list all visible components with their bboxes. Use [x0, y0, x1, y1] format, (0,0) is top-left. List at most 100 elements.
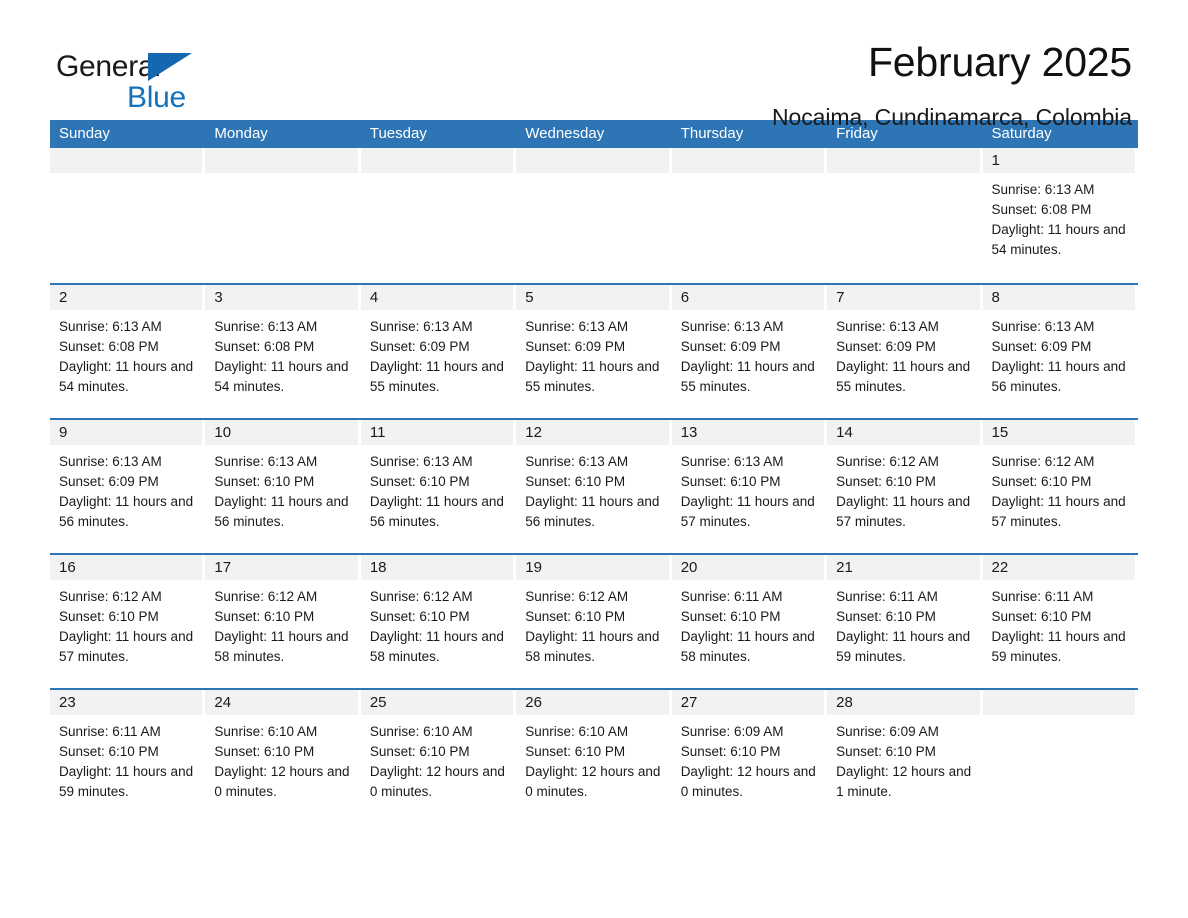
day-number: 6: [680, 289, 690, 306]
sunrise-text: Sunrise: 6:13 AM: [59, 454, 162, 469]
day-cell-25[interactable]: 25 Sunrise: 6:10 AM Sunset: 6:10 PM Dayligh…: [360, 690, 516, 823]
day-details: Sunrise: 6:13 AM Sunset: 6:08 PM Daylight:…: [983, 173, 1138, 260]
day-details: Sunrise: 6:11 AM Sunset: 6:10 PM Daylight:…: [827, 580, 982, 667]
day-cell-18[interactable]: 18 Sunrise: 6:12 AM Sunset: 6:10 PM Dayligh…: [360, 555, 516, 688]
day-details: Sunrise: 6:11 AM Sunset: 6:10 PM Daylight:…: [50, 715, 205, 802]
day-number-band: [827, 148, 980, 173]
calendar-page: General Blue February 2025 Nocaima, Cund…: [0, 0, 1188, 918]
day-cell-27[interactable]: 27 Sunrise: 6:09 AM Sunset: 6:10 PM Dayligh…: [671, 690, 827, 823]
day-details: Sunrise: 6:12 AM Sunset: 6:10 PM Daylight:…: [361, 580, 516, 667]
day-details: Sunrise: 6:13 AM Sunset: 6:10 PM Daylight:…: [516, 445, 671, 532]
day-details: Sunrise: 6:10 AM Sunset: 6:10 PM Daylight:…: [205, 715, 360, 802]
daylight-text: Daylight: 11 hours and 55 minutes.: [369, 359, 504, 394]
daylight-text: Daylight: 12 hours and 0 minutes.: [680, 764, 816, 799]
day-number: 8: [991, 289, 1000, 306]
sunset-text: Sunset: 6:08 PM: [214, 339, 315, 354]
day-number-band: 10: [205, 420, 358, 445]
day-cell-22[interactable]: 22 Sunrise: 6:11 AM Sunset: 6:10 PM Dayligh…: [982, 555, 1138, 688]
day-number: 23: [59, 694, 76, 711]
day-number-band: 2: [50, 285, 203, 310]
sunrise-text: Sunrise: 6:13 AM: [214, 454, 318, 469]
day-details: Sunrise: 6:13 AM Sunset: 6:10 PM Daylight:…: [205, 445, 360, 532]
sunset-text: Sunset: 6:10 PM: [991, 474, 1092, 489]
day-cell-21[interactable]: 21 Sunrise: 6:11 AM Sunset: 6:10 PM Dayligh…: [827, 555, 982, 688]
day-number-band: 1: [982, 148, 1135, 173]
day-cell-6[interactable]: 6 Sunrise: 6:13 AM Sunset: 6:09 PM Daylight…: [671, 285, 827, 418]
calendar-week-row: 23 Sunrise: 6:11 AM Sunset: 6:10 PM Dayligh…: [50, 688, 1138, 823]
day-cell-24[interactable]: 24 Sunrise: 6:10 AM Sunset: 6:10 PM Dayligh…: [205, 690, 360, 823]
weekday-header-saturday: Saturday: [991, 125, 1052, 142]
sunrise-text: Sunrise: 6:13 AM: [680, 454, 784, 469]
daylight-text: Daylight: 11 hours and 59 minutes.: [59, 764, 194, 799]
day-cell-16[interactable]: 16 Sunrise: 6:12 AM Sunset: 6:10 PM Dayligh…: [50, 555, 205, 688]
day-cell-1[interactable]: 1 Sunrise: 6:13 AM Sunset: 6:08 PM Daylight…: [982, 148, 1138, 283]
calendar-weeks: 1 Sunrise: 6:13 AM Sunset: 6:08 PM Daylight…: [50, 148, 1138, 823]
weekday-header-friday: Friday: [836, 125, 878, 142]
day-cell-3[interactable]: 3 Sunrise: 6:13 AM Sunset: 6:08 PM Daylight…: [205, 285, 360, 418]
day-details: [672, 173, 827, 180]
day-cell-26[interactable]: 26 Sunrise: 6:10 AM Sunset: 6:10 PM Dayligh…: [516, 690, 671, 823]
calendar-week-row: 16 Sunrise: 6:12 AM Sunset: 6:10 PM Dayligh…: [50, 553, 1138, 688]
day-details: Sunrise: 6:13 AM Sunset: 6:09 PM Daylight:…: [50, 445, 205, 532]
calendar-week-row: 2 Sunrise: 6:13 AM Sunset: 6:08 PM Daylight…: [50, 283, 1138, 418]
day-number-band: 11: [360, 420, 514, 445]
day-cell-11[interactable]: 11 Sunrise: 6:13 AM Sunset: 6:10 PM Dayligh…: [360, 420, 516, 553]
daylight-text: Daylight: 11 hours and 56 minutes.: [59, 494, 194, 529]
day-number: 12: [525, 424, 542, 441]
daylight-text: Daylight: 11 hours and 57 minutes.: [836, 494, 971, 529]
day-cell-9[interactable]: 9 Sunrise: 6:13 AM Sunset: 6:09 PM Daylight…: [50, 420, 205, 553]
day-cell-17[interactable]: 17 Sunrise: 6:12 AM Sunset: 6:10 PM Dayligh…: [205, 555, 360, 688]
day-cell-14[interactable]: 14 Sunrise: 6:12 AM Sunset: 6:10 PM Dayligh…: [827, 420, 982, 553]
day-cell-28[interactable]: 28 Sunrise: 6:09 AM Sunset: 6:10 PM Dayligh…: [827, 690, 982, 823]
day-number: 22: [991, 559, 1009, 576]
daylight-text: Daylight: 11 hours and 55 minutes.: [836, 359, 971, 394]
sunrise-text: Sunrise: 6:10 AM: [369, 724, 473, 739]
daylight-text: Daylight: 11 hours and 56 minutes.: [991, 359, 1126, 394]
calendar-week-row: 1 Sunrise: 6:13 AM Sunset: 6:08 PM Daylight…: [50, 148, 1138, 283]
day-number-band: 16: [50, 555, 203, 580]
weekday-header-wednesday: Wednesday: [525, 125, 605, 142]
day-cell-10[interactable]: 10 Sunrise: 6:13 AM Sunset: 6:10 PM Dayligh…: [205, 420, 360, 553]
day-cell-23[interactable]: 23 Sunrise: 6:11 AM Sunset: 6:10 PM Dayligh…: [50, 690, 205, 823]
day-number: 16: [59, 559, 76, 576]
calendar-grid: Sunday Monday Tuesday Wednesday Thursday Frid…: [50, 120, 1138, 823]
day-cell-5[interactable]: 5 Sunrise: 6:13 AM Sunset: 6:09 PM Daylight…: [516, 285, 671, 418]
day-cell-2[interactable]: 2 Sunrise: 6:13 AM Sunset: 6:08 PM Daylight…: [50, 285, 205, 418]
day-number-band: 24: [205, 690, 358, 715]
day-cell-15[interactable]: 15 Sunrise: 6:12 AM Sunset: 6:10 PM Dayligh…: [982, 420, 1138, 553]
day-number-band: 17: [205, 555, 358, 580]
daylight-text: Daylight: 11 hours and 55 minutes.: [525, 359, 660, 394]
day-cell-7[interactable]: 7 Sunrise: 6:13 AM Sunset: 6:09 PM Daylight…: [827, 285, 982, 418]
day-cell-20[interactable]: 20 Sunrise: 6:11 AM Sunset: 6:10 PM Dayligh…: [671, 555, 827, 688]
day-cell-empty: [205, 148, 360, 283]
daylight-text: Daylight: 11 hours and 57 minutes.: [59, 629, 194, 664]
calendar-week-row: 9 Sunrise: 6:13 AM Sunset: 6:09 PM Daylight…: [50, 418, 1138, 553]
day-cell-12[interactable]: 12 Sunrise: 6:13 AM Sunset: 6:10 PM Dayligh…: [516, 420, 671, 553]
day-details: Sunrise: 6:13 AM Sunset: 6:09 PM Daylight:…: [672, 310, 827, 397]
day-number-band: 25: [360, 690, 514, 715]
sunset-text: Sunset: 6:10 PM: [59, 609, 159, 624]
day-cell-19[interactable]: 19 Sunrise: 6:12 AM Sunset: 6:10 PM Dayligh…: [516, 555, 671, 688]
day-number: 9: [59, 424, 68, 441]
day-number: 13: [680, 424, 698, 441]
sunset-text: Sunset: 6:10 PM: [59, 744, 159, 759]
page-header: General Blue February 2025 Nocaima, Cund…: [50, 0, 1138, 129]
day-cell-4[interactable]: 4 Sunrise: 6:13 AM Sunset: 6:09 PM Daylight…: [360, 285, 516, 418]
day-cell-13[interactable]: 13 Sunrise: 6:13 AM Sunset: 6:10 PM Dayligh…: [671, 420, 827, 553]
day-cell-empty: [982, 690, 1138, 823]
sunrise-text: Sunrise: 6:13 AM: [991, 319, 1095, 334]
day-number-band: 12: [516, 420, 669, 445]
sunset-text: Sunset: 6:10 PM: [214, 474, 315, 489]
daylight-text: Daylight: 11 hours and 54 minutes.: [59, 359, 194, 394]
day-number-band: [360, 148, 514, 173]
daylight-text: Daylight: 11 hours and 56 minutes.: [369, 494, 504, 529]
sunrise-text: Sunrise: 6:12 AM: [525, 589, 629, 604]
day-number-band: 20: [671, 555, 825, 580]
day-details: Sunrise: 6:13 AM Sunset: 6:09 PM Daylight:…: [516, 310, 671, 397]
day-number: 11: [369, 424, 386, 441]
day-cell-8[interactable]: 8 Sunrise: 6:13 AM Sunset: 6:09 PM Daylight…: [982, 285, 1138, 418]
day-details: [983, 715, 1138, 722]
day-number: 27: [680, 694, 698, 711]
sunset-text: Sunset: 6:10 PM: [525, 609, 626, 624]
day-number-band: 28: [827, 690, 980, 715]
